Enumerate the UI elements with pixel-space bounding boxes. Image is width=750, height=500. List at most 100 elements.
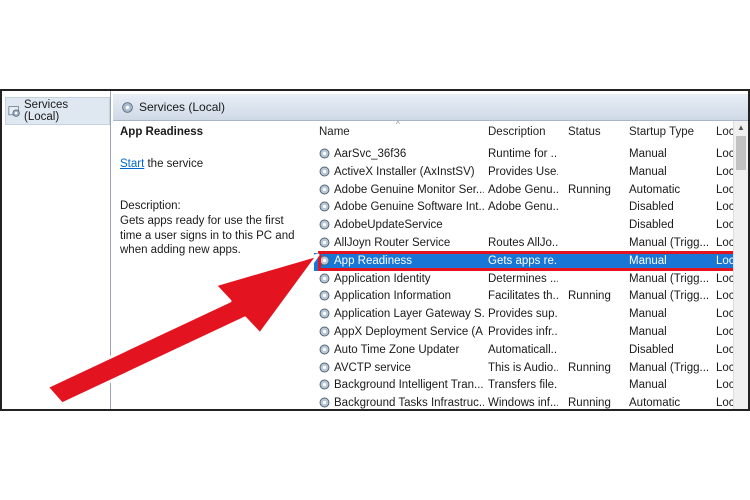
service-startup-cell: Manual bbox=[629, 148, 667, 160]
service-gear-icon bbox=[318, 289, 331, 302]
service-name-cell: Auto Time Zone Updater bbox=[334, 343, 460, 356]
service-gear-icon bbox=[318, 254, 331, 267]
table-row[interactable]: Background Tasks Infrastruc... Windows in… bbox=[314, 395, 735, 409]
table-row[interactable]: App Readiness Gets apps re... Manual Loc bbox=[314, 250, 745, 271]
scroll-up-icon[interactable]: ▲ bbox=[734, 121, 748, 135]
service-status-cell: Running bbox=[568, 290, 611, 303]
service-startup-cell: Manual (Trigg... bbox=[629, 290, 709, 303]
description-text: Gets apps ready for use the first time a… bbox=[120, 215, 295, 256]
service-gear-icon bbox=[318, 343, 331, 356]
service-gear-icon bbox=[318, 200, 331, 213]
service-description-cell: Windows inf... bbox=[488, 397, 558, 409]
table-row[interactable]: Adobe Genuine Software Int... Adobe Genu.… bbox=[314, 199, 735, 217]
tree-pane: Services (Local) bbox=[2, 91, 111, 409]
service-name-cell: App Readiness bbox=[334, 254, 412, 267]
service-gear-icon bbox=[318, 272, 331, 285]
service-status-cell: Running bbox=[568, 397, 611, 409]
column-header-log-on-as[interactable]: Loc bbox=[716, 126, 735, 138]
tree-item-services-local[interactable]: Services (Local) bbox=[5, 97, 110, 125]
table-row[interactable]: AVCTP service This is Audio... Running Manu… bbox=[314, 360, 735, 378]
service-gear-icon bbox=[318, 307, 331, 320]
service-startup-cell: Manual (Trigg... bbox=[629, 236, 709, 249]
column-header-description[interactable]: Description bbox=[488, 126, 546, 138]
description-pane: App Readiness Start the service Descript… bbox=[113, 121, 307, 409]
service-startup-cell: Disabled bbox=[629, 201, 674, 214]
service-gear-icon bbox=[318, 236, 331, 249]
table-row[interactable]: ActiveX Installer (AxInstSV) Provides Use… bbox=[314, 164, 735, 182]
column-header-name[interactable]: Name bbox=[319, 126, 350, 138]
service-gear-icon bbox=[318, 361, 331, 374]
service-startup-cell: Disabled bbox=[629, 343, 674, 356]
service-gear-icon bbox=[318, 165, 331, 178]
table-row[interactable]: Auto Time Zone Updater Automaticall... Dis… bbox=[314, 342, 735, 360]
service-startup-cell: Automatic bbox=[629, 397, 681, 409]
service-gear-icon bbox=[318, 183, 331, 196]
service-description-cell: Adobe Genu... bbox=[488, 183, 558, 196]
service-description-cell: Facilitates th... bbox=[488, 290, 558, 303]
services-window: Services (Local) Services (Local) App Re… bbox=[0, 89, 750, 411]
tree-item-label: Services (Local) bbox=[24, 99, 69, 123]
service-name-cell: ActiveX Installer (AxInstSV) bbox=[334, 165, 475, 178]
column-header-startup-type[interactable]: Startup Type bbox=[629, 126, 694, 138]
service-name-cell: AarSvc_36f36 bbox=[334, 148, 407, 160]
service-description-cell: Automaticall... bbox=[488, 343, 558, 356]
service-startup-cell: Automatic bbox=[629, 183, 681, 196]
service-status-cell: Running bbox=[568, 183, 611, 196]
service-description-cell: Runtime for ... bbox=[488, 148, 558, 160]
table-row[interactable]: Application Information Facilitates th...… bbox=[314, 288, 735, 306]
service-name-cell: AllJoyn Router Service bbox=[334, 236, 451, 249]
service-startup-cell: Manual (Trigg... bbox=[629, 361, 709, 374]
service-startup-cell: Manual bbox=[629, 308, 667, 321]
service-startup-cell: Manual bbox=[629, 254, 667, 267]
service-description-cell: This is Audio... bbox=[488, 361, 558, 374]
service-startup-cell: Manual bbox=[629, 379, 667, 392]
table-row[interactable]: Application Layer Gateway S... Provides s… bbox=[314, 306, 735, 324]
table-row[interactable]: AarSvc_36f36 Runtime for ... Manual Loc bbox=[314, 146, 735, 164]
column-header-status[interactable]: Status bbox=[568, 126, 601, 138]
service-description-cell: Provides sup... bbox=[488, 308, 558, 321]
service-gear-icon bbox=[318, 396, 331, 409]
service-description-cell: Adobe Genu... bbox=[488, 201, 558, 214]
list-header: ^ Name Description Status Startup Type L… bbox=[314, 121, 735, 145]
service-name-cell: Background Intelligent Tran... bbox=[334, 379, 484, 392]
service-name-cell: Application Layer Gateway S... bbox=[334, 308, 484, 321]
service-name-cell: Adobe Genuine Software Int... bbox=[334, 201, 484, 214]
start-suffix: the service bbox=[144, 158, 204, 170]
pane-header: Services (Local) bbox=[113, 94, 748, 121]
service-description-cell: Transfers file... bbox=[488, 379, 558, 392]
service-gear-icon bbox=[318, 325, 331, 338]
service-gear-icon bbox=[318, 147, 331, 160]
service-name-cell: AdobeUpdateService bbox=[334, 219, 443, 232]
selected-service-name: App Readiness bbox=[120, 126, 204, 138]
service-startup-cell: Manual bbox=[629, 165, 667, 178]
service-description-cell: Determines ... bbox=[488, 272, 558, 285]
start-service-link[interactable]: Start bbox=[120, 158, 144, 170]
table-row[interactable]: AllJoyn Router Service Routes AllJo... Man… bbox=[314, 235, 735, 253]
service-gear-icon bbox=[318, 378, 331, 391]
service-gear-icon bbox=[318, 218, 331, 231]
table-row[interactable]: Application Identity Determines ... Manual… bbox=[314, 271, 735, 289]
service-name-cell: AppX Deployment Service (A... bbox=[334, 325, 484, 338]
sort-caret-icon: ^ bbox=[396, 121, 400, 129]
service-name-cell: Application Information bbox=[334, 290, 451, 303]
service-startup-cell: Disabled bbox=[629, 219, 674, 232]
service-name-cell: Background Tasks Infrastruc... bbox=[334, 397, 484, 409]
scroll-thumb[interactable] bbox=[736, 136, 746, 170]
table-row[interactable]: AdobeUpdateService Disabled Loc bbox=[314, 217, 735, 235]
service-startup-cell: Manual bbox=[629, 325, 667, 338]
table-row[interactable]: AppX Deployment Service (A... Provides in… bbox=[314, 324, 735, 342]
table-row[interactable]: Background Intelligent Tran... Transfers … bbox=[314, 377, 735, 395]
services-gear-icon bbox=[8, 105, 21, 118]
service-name-cell: AVCTP service bbox=[334, 361, 411, 374]
service-description-cell: Gets apps re... bbox=[488, 254, 558, 267]
rows-container: AarSvc_36f36 Runtime for ... Manual Loc Acti… bbox=[314, 146, 745, 409]
start-line: Start the service bbox=[120, 158, 300, 170]
vertical-scrollbar[interactable]: ▲ bbox=[733, 121, 748, 409]
pane-title: Services (Local) bbox=[139, 100, 226, 114]
service-status-cell: Running bbox=[568, 361, 611, 374]
service-description-cell: Routes AllJo... bbox=[488, 236, 558, 249]
service-description-cell: Provides infr... bbox=[488, 325, 558, 338]
service-name-cell: Application Identity bbox=[334, 272, 431, 285]
table-row[interactable]: Adobe Genuine Monitor Ser... Adobe Genu..… bbox=[314, 182, 735, 200]
header-gear-icon bbox=[121, 101, 134, 114]
